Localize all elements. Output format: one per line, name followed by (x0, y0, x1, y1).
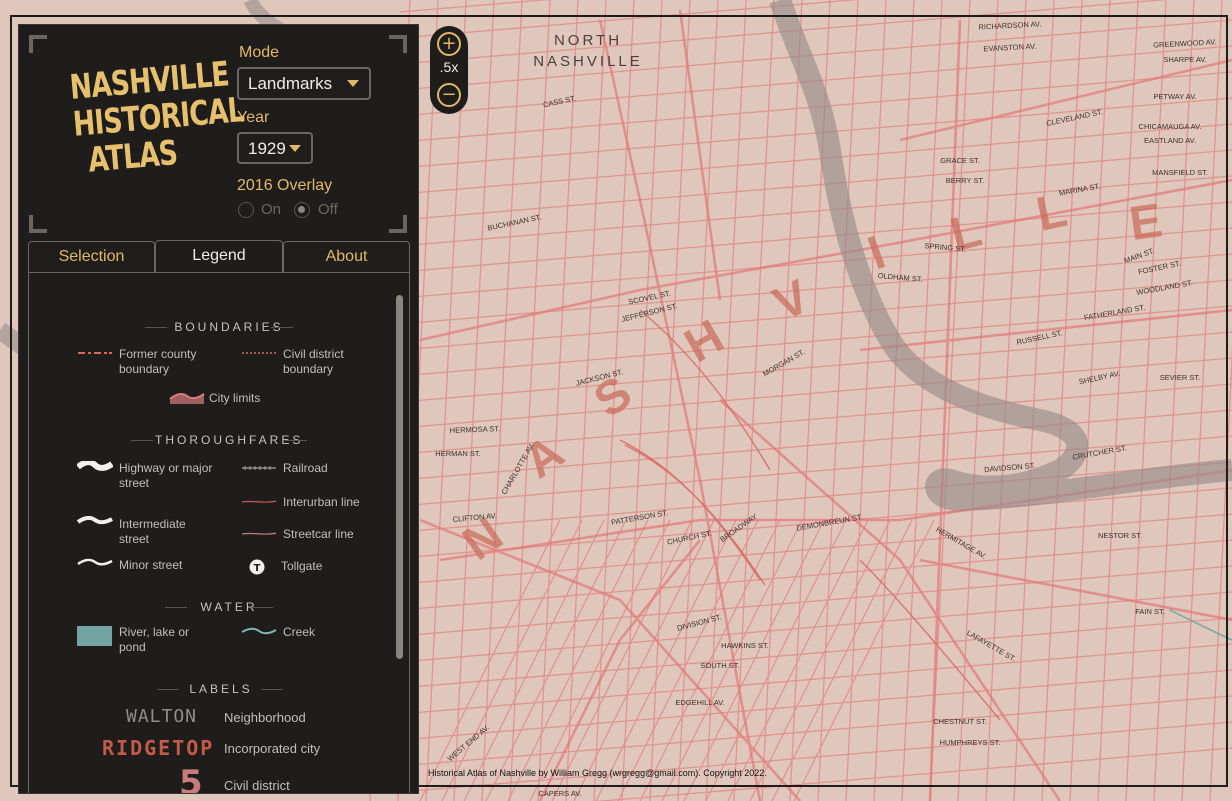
incorporated-city-label: Incorporated city (224, 741, 321, 756)
divider (285, 440, 307, 441)
neighborhood-sample: WALTON (126, 706, 198, 727)
intermediate-street-symbol (77, 516, 113, 525)
mode-value: Landmarks (248, 74, 333, 93)
former-county-label: Former county boundary (119, 347, 197, 376)
year-label: Year (237, 109, 270, 126)
street-label: HERMOSA ST. (450, 424, 501, 435)
interurban-label: Interurban line (283, 495, 360, 509)
streetcar-label: Streetcar line (283, 527, 354, 541)
interurban-line-symbol (241, 500, 277, 503)
app-logo: NASHVILLE HISTORICAL ATLAS (52, 54, 245, 182)
mode-label: Mode (239, 44, 280, 61)
civil-district-boundary-symbol (242, 352, 276, 354)
street-label: FAIN ST. (1135, 607, 1165, 616)
creek-symbol (241, 627, 277, 635)
attribution: Historical Atlas of Nashville by William… (428, 768, 767, 778)
divider (131, 440, 153, 441)
year-select[interactable]: 1929 (237, 132, 313, 164)
street-label: HAWKINS ST. (721, 641, 769, 650)
former-county-boundary-symbol (78, 352, 112, 354)
street-label: NESTOR ST. (1098, 531, 1142, 540)
year-value: 1929 (248, 139, 286, 158)
city-limits-symbol (169, 393, 205, 404)
street-label: CHICAMAUGA AV. (1139, 122, 1202, 131)
svg-text:T: T (254, 563, 261, 574)
logo-line: ATLAS (86, 133, 179, 181)
overlay-off-radio[interactable] (294, 202, 310, 218)
mode-select[interactable]: Landmarks (237, 67, 371, 100)
tollgate-icon: T (249, 559, 265, 575)
zoom-level: .5x (439, 59, 459, 75)
overlay-off-label: Off (318, 201, 338, 218)
creek-label: Creek (283, 625, 316, 639)
side-panel: NASHVILLE HISTORICAL ATLAS Mode Landmark… (18, 24, 419, 794)
north-nashville-label-2: NASHVILLE (533, 53, 643, 70)
highway-label: Highway or major street (119, 461, 213, 490)
street-label: PETWAY AV. (1153, 92, 1196, 101)
street-label: EDGEHILL AV. (675, 698, 724, 707)
street-label: CAPERS AV. (538, 789, 581, 798)
street-label: HERMAN ST. (435, 449, 480, 458)
corner-ornament (29, 215, 47, 233)
overlay-on-label: On (261, 201, 282, 218)
corner-ornament (29, 35, 47, 53)
corner-ornament (389, 35, 407, 53)
divider (271, 327, 293, 328)
divider (165, 607, 187, 608)
civil-district-label: Civil district boundary (283, 347, 344, 376)
chevron-down-icon (289, 145, 301, 152)
railroad-symbol (242, 466, 276, 470)
incorporated-city-sample: RIDGETOP (102, 736, 215, 760)
city-limits-label: City limits (209, 391, 261, 405)
zoom-out-button[interactable]: − (437, 83, 461, 107)
zoom-in-button[interactable]: + (437, 32, 461, 56)
corner-ornament (389, 215, 407, 233)
street-label: HUMPHREYS ST. (940, 738, 1001, 747)
tollgate-label: Tollgate (281, 559, 323, 573)
tab-legend[interactable]: Legend (155, 240, 283, 273)
legend-panel: BOUNDARIES Former county boundary Civil … (28, 272, 410, 794)
north-nashville-label: NORTH (554, 32, 622, 49)
divider (145, 327, 167, 328)
minor-street-symbol (77, 558, 113, 566)
intermediate-street-label: Intermediate street (119, 517, 186, 546)
overlay-on-radio[interactable] (238, 202, 254, 218)
civil-district-legend-label: Civil district (224, 778, 290, 793)
street-label: GRACE ST. (940, 156, 980, 165)
street-label: BERRY ST. (946, 176, 985, 185)
street-label: EASTLAND AV. (1144, 136, 1196, 145)
neighborhood-label: Neighborhood (224, 710, 306, 725)
divider (157, 689, 179, 690)
street-label: MANSFIELD ST. (1152, 168, 1208, 177)
zoom-control: + .5x − (430, 26, 468, 114)
thoroughfares-title: THOROUGHFARES (155, 433, 304, 447)
divider (261, 689, 283, 690)
tab-selection[interactable]: Selection (28, 241, 155, 272)
highway-symbol (77, 461, 113, 471)
river-lake-label: River, lake or pond (119, 625, 190, 654)
labels-title: LABELS (189, 682, 253, 696)
minor-street-label: Minor street (119, 558, 183, 572)
street-label: SEVIER ST. (1160, 373, 1200, 382)
street-label: SHARPE AV. (1163, 55, 1206, 64)
divider (251, 607, 273, 608)
civil-district-sample: 5 (179, 763, 203, 794)
overlay-label: 2016 Overlay (237, 177, 333, 194)
chevron-down-icon (347, 80, 359, 87)
street-label: CHESTNUT ST. (933, 717, 987, 726)
streetcar-line-symbol (241, 532, 277, 535)
legend-scrollbar[interactable] (396, 295, 403, 659)
railroad-label: Railroad (283, 461, 328, 475)
river-lake-symbol (77, 626, 112, 646)
street-label: SOUTH ST. (700, 661, 739, 670)
tab-about[interactable]: About (283, 241, 410, 272)
